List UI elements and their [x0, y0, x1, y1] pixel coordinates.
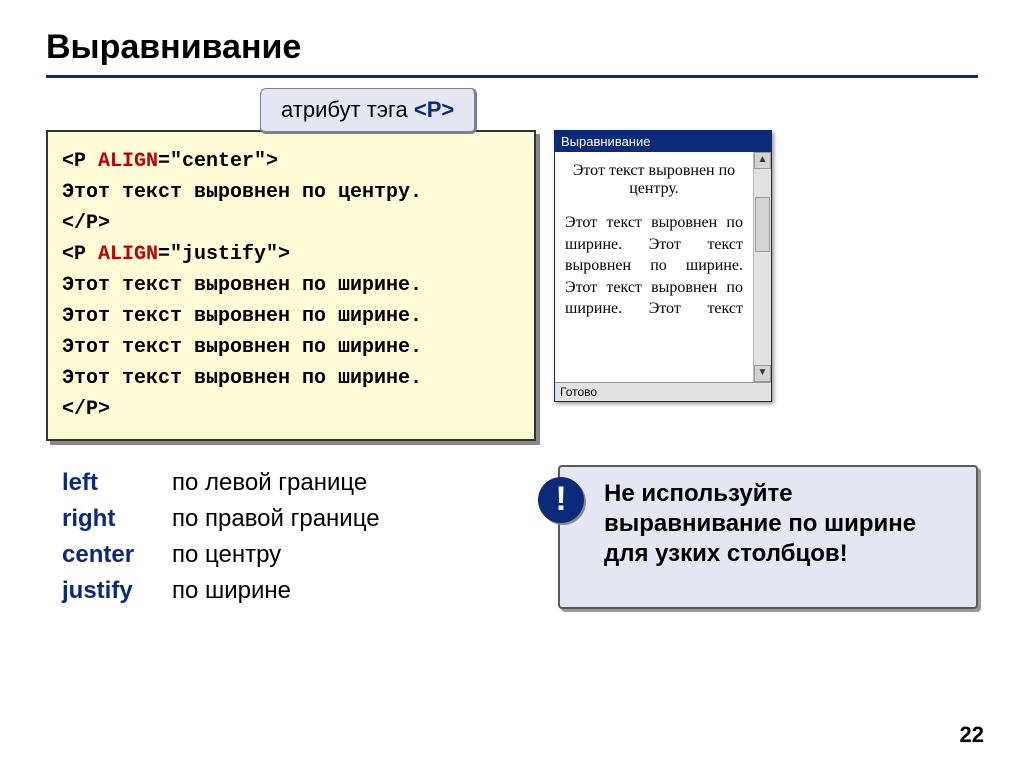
list-item: centerпо центру [62, 537, 380, 573]
callout-prefix: атрибут тэга [281, 97, 414, 122]
code-line: </P> [62, 394, 520, 425]
align-keyword: center [62, 537, 172, 573]
code-line: <P ALIGN="center"> [62, 146, 520, 177]
code-attr: ALIGN [98, 243, 158, 266]
title-underline [46, 75, 978, 78]
warning-text: Не используйте выравнивание по ширине дл… [604, 480, 916, 567]
align-keyword: left [62, 465, 172, 501]
attribute-callout: атрибут тэга <P> [260, 88, 477, 134]
list-item: rightпо правой границе [62, 501, 380, 537]
code-line: Этот текст выровнен по ширине. [62, 363, 520, 394]
scroll-up-icon[interactable]: ▲ [754, 152, 771, 169]
scrollbar[interactable]: ▲ ▼ [753, 152, 771, 382]
code-text: ="center"> [158, 150, 278, 173]
code-line: Этот текст выровнен по ширине. [62, 270, 520, 301]
preview-justify-text: Этот текст выровнен по ширине. Этот текс… [565, 212, 743, 320]
slide-number: 22 [960, 722, 984, 748]
preview-window: Выравнивание Этот текст выровнен по цент… [554, 130, 772, 402]
code-attr: ALIGN [98, 150, 158, 173]
preview-titlebar: Выравнивание [555, 131, 771, 152]
scroll-thumb[interactable] [755, 197, 770, 252]
align-desc: по центру [172, 541, 281, 568]
align-values-list: leftпо левой границе rightпо правой гран… [46, 465, 380, 609]
align-desc: по ширине [172, 577, 291, 604]
preview-content: Этот текст выровнен по центру. Этот текс… [555, 152, 753, 382]
code-line: Этот текст выровнен по ширине. [62, 301, 520, 332]
code-line: </P> [62, 208, 520, 239]
preview-statusbar: Готово [555, 382, 771, 401]
align-keyword: right [62, 501, 172, 537]
code-text: <P [62, 150, 98, 173]
scroll-down-icon[interactable]: ▼ [754, 365, 771, 382]
preview-center-text: Этот текст выровнен по центру. [565, 162, 743, 198]
code-text: <P [62, 243, 98, 266]
code-example-box: <P ALIGN="center"> Этот текст выровнен п… [46, 130, 536, 441]
align-desc: по правой границе [172, 505, 380, 532]
code-line: <P ALIGN="justify"> [62, 239, 520, 270]
align-desc: по левой границе [172, 469, 367, 496]
align-keyword: justify [62, 573, 172, 609]
list-item: leftпо левой границе [62, 465, 380, 501]
warning-box: ! Не используйте выравнивание по ширине … [558, 465, 978, 609]
code-text: ="justify"> [158, 243, 290, 266]
page-title: Выравнивание [46, 28, 978, 67]
code-line: Этот текст выровнен по центру. [62, 177, 520, 208]
warning-icon: ! [538, 477, 584, 523]
list-item: justifyпо ширине [62, 573, 380, 609]
code-line: Этот текст выровнен по ширине. [62, 332, 520, 363]
callout-tag: <P> [414, 97, 454, 122]
